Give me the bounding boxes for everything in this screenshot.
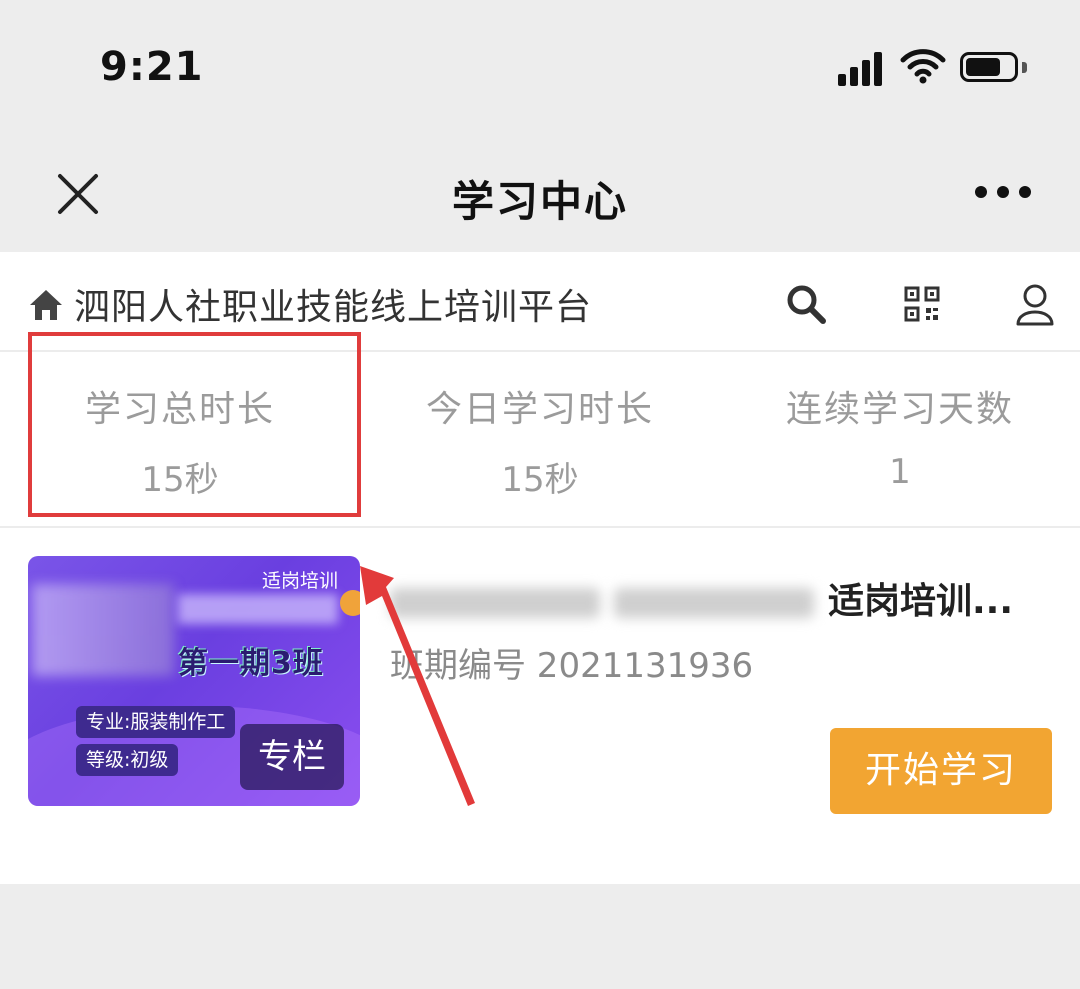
- search-icon[interactable]: [784, 282, 828, 326]
- thumbnail-blurred-logo: [32, 584, 174, 676]
- qrcode-icon[interactable]: [900, 282, 944, 326]
- page-title: 学习中心: [451, 177, 628, 226]
- title-blurred-part: [614, 588, 814, 618]
- thumbnail-dot: [340, 590, 360, 616]
- course-thumbnail[interactable]: 适岗培训 第一期3班 专业:服装制作工 等级:初级 专栏: [28, 556, 360, 806]
- battery-icon: [960, 52, 1018, 82]
- highlight-box: [28, 332, 361, 517]
- course-card[interactable]: 适岗培训 第一期3班 专业:服装制作工 等级:初级 专栏 适岗培训... 班期编…: [0, 556, 1080, 814]
- stat-today-time: 今日学习时长 15秒: [360, 352, 720, 526]
- title-blurred-part: [390, 588, 600, 618]
- thumbnail-blurred-text: [178, 594, 338, 624]
- course-title-text: 适岗培训...: [828, 581, 1014, 622]
- start-learning-button[interactable]: 开始学习: [830, 728, 1052, 814]
- wifi-icon: [900, 49, 946, 84]
- thumbnail-level: 等级:初级: [76, 744, 179, 776]
- stat-value: 1: [889, 452, 911, 492]
- thumbnail-issue: 第一期3班: [178, 646, 324, 681]
- thumbnail-badge: 专栏: [240, 724, 344, 790]
- content-panel: 泗阳人社职业技能线上培训平台 学习总时长 15秒 今日学习时长 15秒 连续学习…: [0, 252, 1080, 884]
- stat-value: 15秒: [501, 460, 579, 500]
- home-icon[interactable]: [28, 288, 64, 322]
- thumbnail-major: 专业:服装制作工: [76, 706, 236, 738]
- course-code: 班期编号 2021131936: [390, 646, 754, 686]
- user-icon[interactable]: [1012, 282, 1058, 326]
- stat-label: 连续学习天数: [785, 389, 1014, 430]
- stat-label: 今日学习时长: [425, 389, 654, 430]
- stat-streak-days: 连续学习天数 1: [720, 352, 1080, 526]
- site-title[interactable]: 泗阳人社职业技能线上培训平台: [74, 278, 592, 330]
- status-time: 9:21: [100, 44, 204, 90]
- more-icon[interactable]: [975, 182, 1035, 202]
- signal-icon: [838, 52, 886, 86]
- nav-bar: 学习中心: [0, 130, 1080, 252]
- battery-nub: [1022, 62, 1027, 73]
- course-title[interactable]: 适岗培训...: [390, 572, 1030, 624]
- thumbnail-tag: 适岗培训: [261, 570, 338, 592]
- status-bar: 9:21: [0, 0, 1080, 130]
